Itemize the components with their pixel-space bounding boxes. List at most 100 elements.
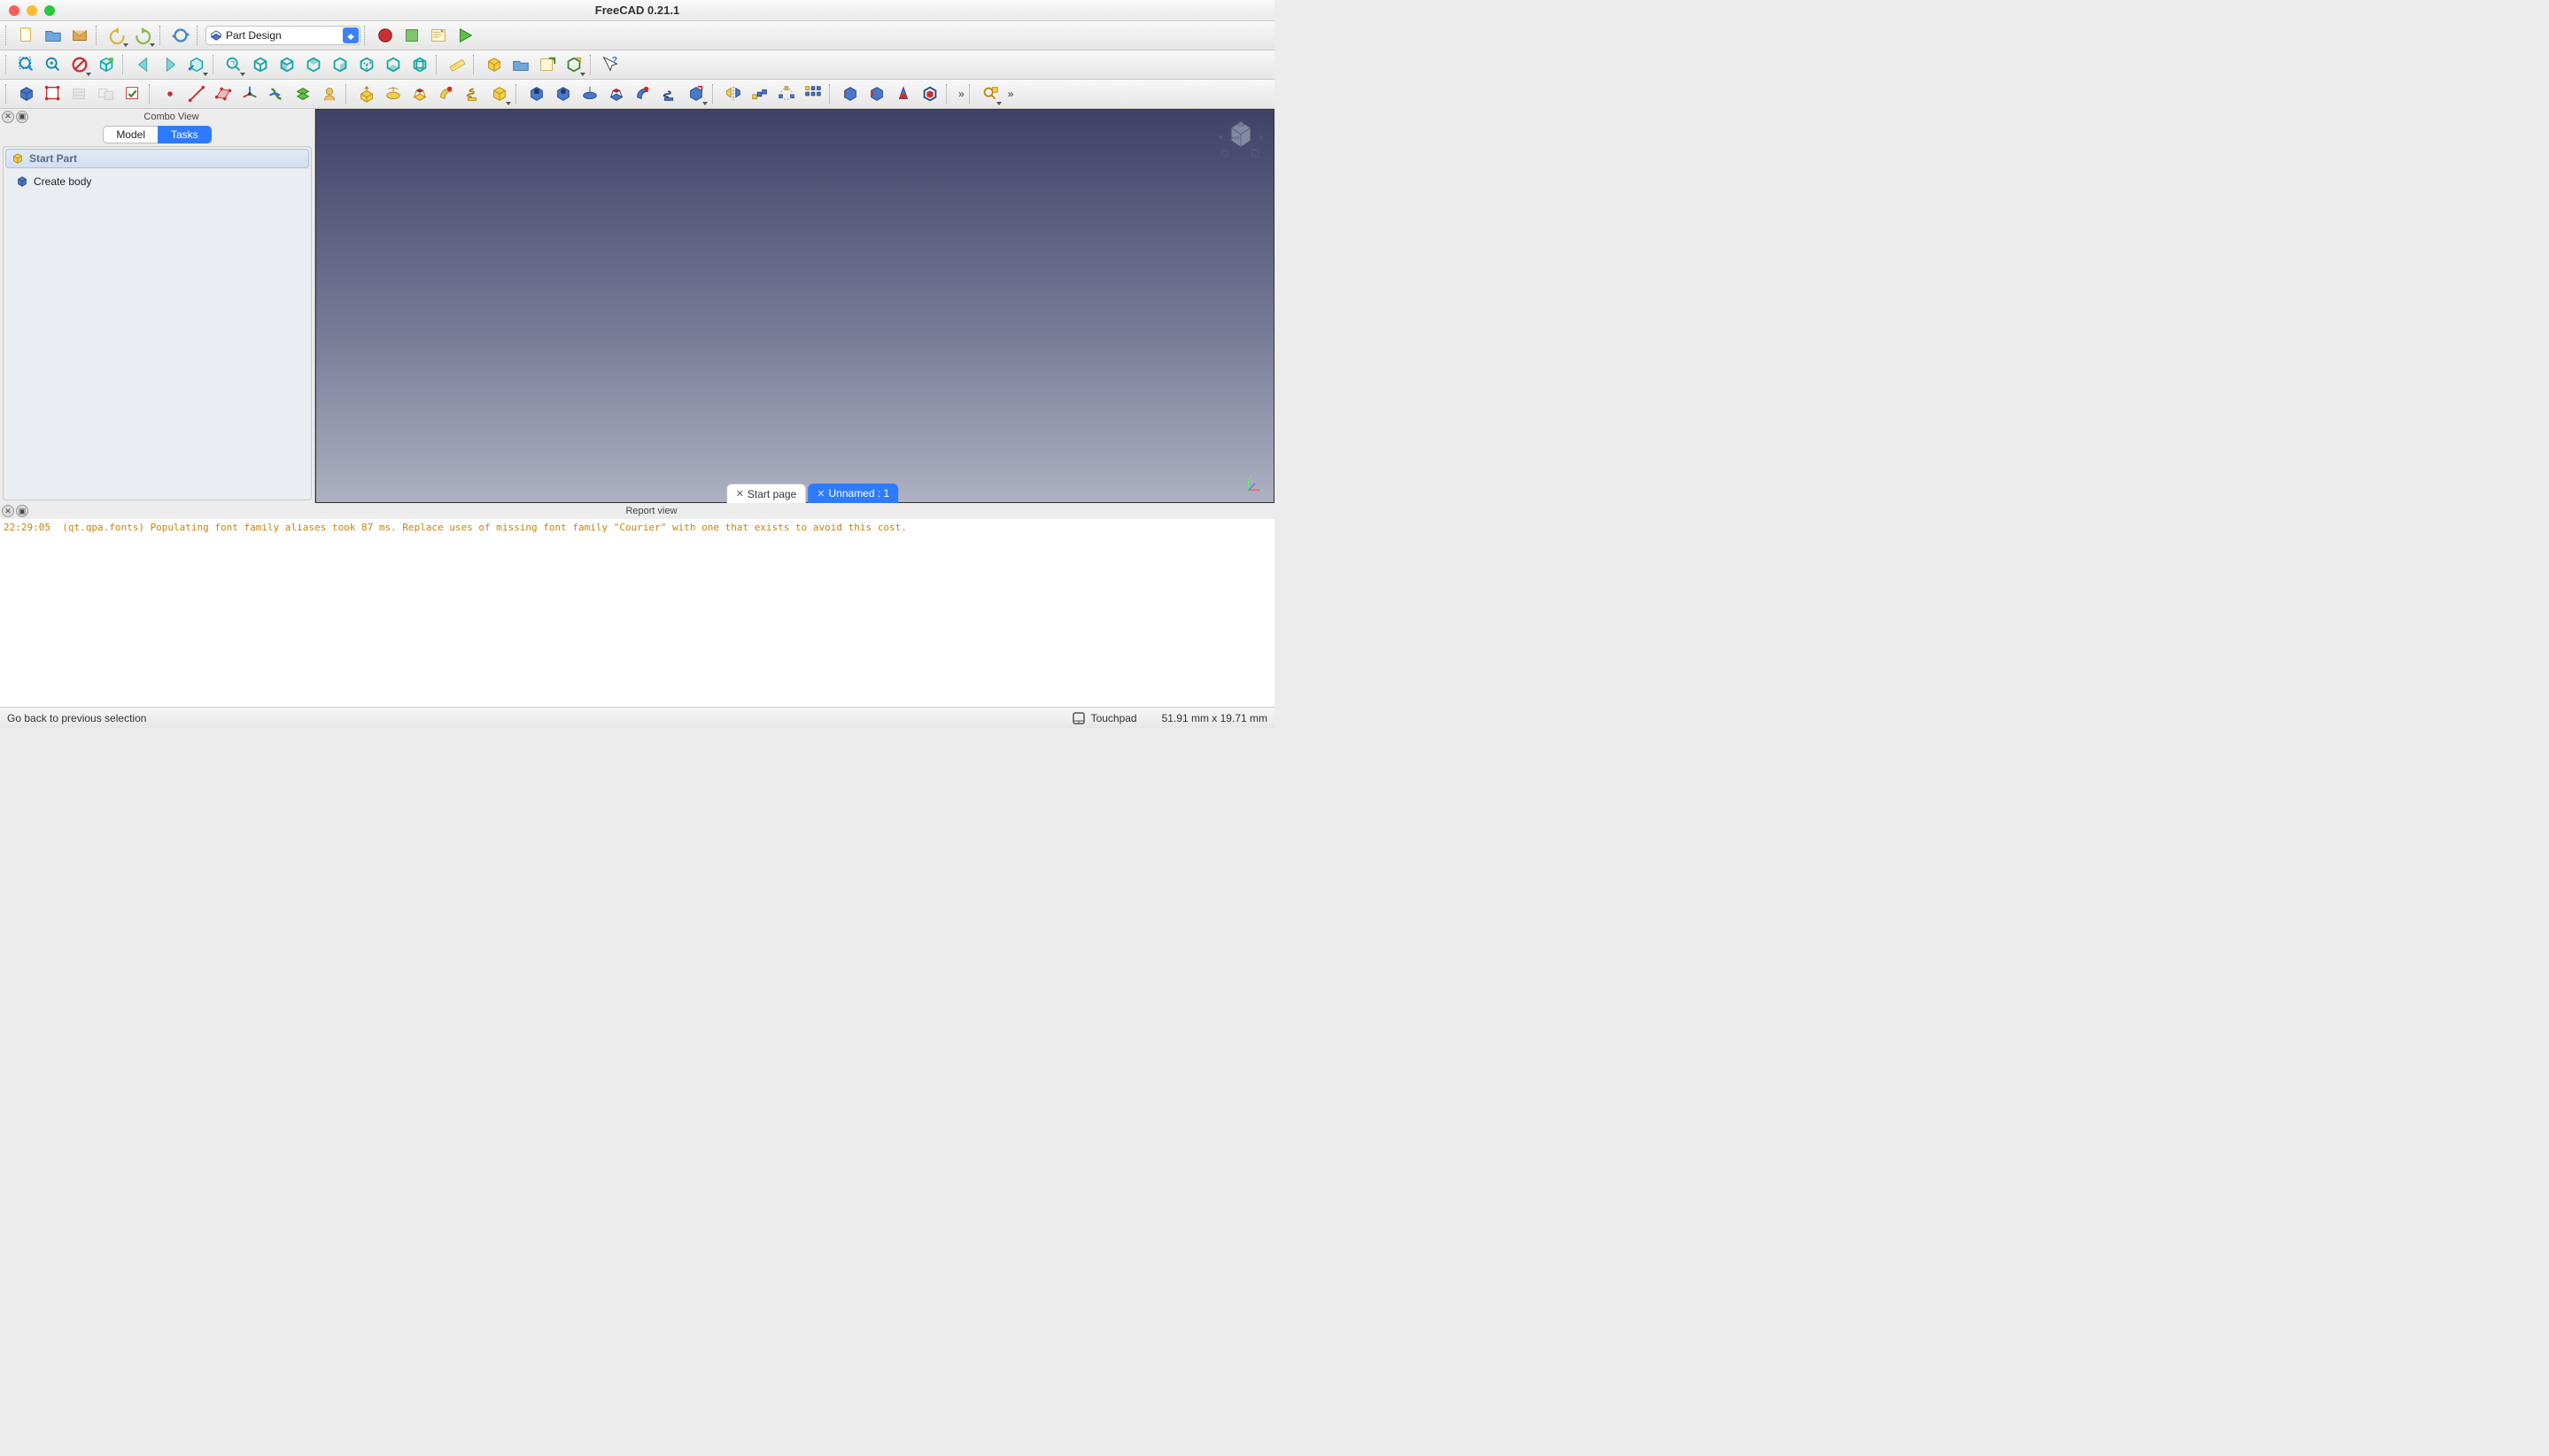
link-nav-button[interactable] — [184, 52, 209, 77]
additive-helix-button[interactable] — [461, 81, 485, 106]
pd-edit-sketch-button[interactable] — [67, 81, 92, 106]
toolbar-overflow-1[interactable]: » — [955, 88, 965, 100]
combo-view-title: Combo View — [28, 112, 314, 122]
open-file-button[interactable] — [41, 23, 66, 48]
toolbar-partdesign: » » — [0, 80, 1274, 109]
pad-button[interactable] — [354, 81, 379, 106]
isometric-view-button[interactable] — [221, 52, 246, 77]
tab-model[interactable]: Model — [103, 126, 158, 143]
svg-text:TOP: TOP — [1236, 123, 1244, 128]
additive-loft-button[interactable] — [407, 81, 432, 106]
task-create-body-label: Create body — [34, 175, 91, 188]
view-left-button[interactable] — [407, 52, 432, 77]
revolution-button[interactable] — [381, 81, 406, 106]
fillet-button[interactable] — [838, 81, 863, 106]
measure-distance-button[interactable] — [445, 52, 469, 77]
fit-all-button[interactable] — [14, 52, 39, 77]
undo-button[interactable] — [105, 23, 129, 48]
task-create-body[interactable]: Create body — [16, 175, 298, 188]
subtractive-helix-button[interactable] — [657, 81, 682, 106]
toolbar-overflow-2[interactable]: » — [1004, 88, 1015, 100]
combo-view-panel: ✕ ▣ Combo View Model Tasks Start Part Cr… — [0, 109, 315, 503]
workbench-label: Part Design — [226, 29, 282, 42]
task-header-start-part[interactable]: Start Part — [5, 149, 309, 168]
pd-new-sketch-button[interactable] — [41, 81, 66, 106]
svg-text:FRONT: FRONT — [1229, 136, 1241, 140]
shape-binder-button[interactable] — [264, 81, 289, 106]
nav-forward-button[interactable] — [158, 52, 182, 77]
fit-selection-button[interactable] — [41, 52, 66, 77]
link-actions-button[interactable] — [562, 52, 586, 77]
datum-point-button[interactable] — [158, 81, 182, 106]
svg-text:?: ? — [612, 56, 617, 66]
measure-linear-button[interactable] — [978, 81, 1003, 106]
hole-button[interactable] — [551, 81, 576, 106]
doc-tab-start-page[interactable]: ✕ Start page — [726, 484, 807, 503]
task-header-label: Start Part — [29, 152, 77, 165]
whats-this-button[interactable]: ? — [599, 52, 624, 77]
view-bottom-button[interactable] — [381, 52, 406, 77]
macros-button[interactable] — [426, 23, 451, 48]
additive-pipe-button[interactable] — [434, 81, 459, 106]
svg-text:y: y — [1260, 488, 1263, 492]
combo-close-button[interactable]: ✕ — [2, 111, 14, 123]
multi-transform-button[interactable] — [801, 81, 825, 106]
navigation-cube[interactable]: TOP FRONT — [1217, 115, 1265, 163]
view-front-button[interactable] — [275, 52, 299, 77]
part-design-icon — [210, 29, 222, 42]
draft-button[interactable] — [891, 81, 916, 106]
link-make-button[interactable] — [535, 52, 560, 77]
workbench-dropdown-arrow[interactable] — [343, 27, 359, 43]
tab-tasks[interactable]: Tasks — [158, 126, 212, 143]
additive-primitive-button[interactable] — [487, 81, 512, 106]
subtractive-pipe-button[interactable] — [631, 81, 655, 106]
datum-line-button[interactable] — [184, 81, 209, 106]
save-file-button[interactable] — [67, 23, 92, 48]
chamfer-button[interactable] — [864, 81, 889, 106]
doc-tab-unnamed[interactable]: ✕ Unnamed : 1 — [808, 484, 898, 503]
subtractive-loft-button[interactable] — [604, 81, 629, 106]
view-right-button[interactable] — [328, 52, 353, 77]
close-icon[interactable]: ✕ — [817, 488, 825, 500]
refresh-button[interactable] — [168, 23, 193, 48]
clone-button[interactable] — [317, 81, 342, 106]
close-icon[interactable]: ✕ — [736, 488, 744, 500]
thickness-button[interactable] — [918, 81, 942, 106]
report-close-button[interactable]: ✕ — [2, 505, 14, 517]
3d-viewport[interactable]: TOP FRONT z y ✕ Start page ✕ Unnamed : 1 — [315, 109, 1274, 503]
mirrored-button[interactable] — [721, 81, 746, 106]
toolbar-file: Part Design — [0, 21, 1274, 50]
pocket-button[interactable] — [524, 81, 549, 106]
linear-pattern-button[interactable] — [748, 81, 772, 106]
pd-map-sketch-button[interactable] — [94, 81, 119, 106]
workbench-selector[interactable]: Part Design — [205, 26, 360, 45]
bounding-box-button[interactable] — [94, 52, 119, 77]
report-float-button[interactable]: ▣ — [16, 505, 28, 517]
view-iso-button[interactable] — [248, 52, 273, 77]
datum-plane-button[interactable] — [211, 81, 236, 106]
create-part-button[interactable] — [482, 52, 507, 77]
pd-validate-sketch-button[interactable] — [120, 81, 145, 106]
view-top-button[interactable] — [301, 52, 326, 77]
status-nav-style[interactable]: Touchpad — [1072, 711, 1137, 725]
macro-stop-button[interactable] — [399, 23, 424, 48]
create-group-button[interactable] — [508, 52, 533, 77]
macro-record-button[interactable] — [373, 23, 398, 48]
datum-cs-button[interactable] — [237, 81, 262, 106]
macro-execute-button[interactable] — [453, 23, 477, 48]
draw-style-button[interactable] — [67, 52, 92, 77]
subtractive-primitive-button[interactable] — [684, 81, 709, 106]
nav-back-button[interactable] — [131, 52, 156, 77]
new-file-button[interactable] — [14, 23, 39, 48]
task-panel: Start Part Create body — [3, 146, 312, 500]
body-icon — [16, 175, 28, 188]
status-bar: Go back to previous selection Touchpad 5… — [0, 707, 1274, 728]
sub-shape-binder-button[interactable] — [291, 81, 315, 106]
toolbar-view: ? — [0, 50, 1274, 80]
groove-button[interactable] — [577, 81, 602, 106]
redo-button[interactable] — [131, 23, 156, 48]
polar-pattern-button[interactable] — [774, 81, 799, 106]
view-rear-button[interactable] — [354, 52, 379, 77]
combo-float-button[interactable]: ▣ — [16, 111, 28, 123]
pd-body-button[interactable] — [14, 81, 39, 106]
